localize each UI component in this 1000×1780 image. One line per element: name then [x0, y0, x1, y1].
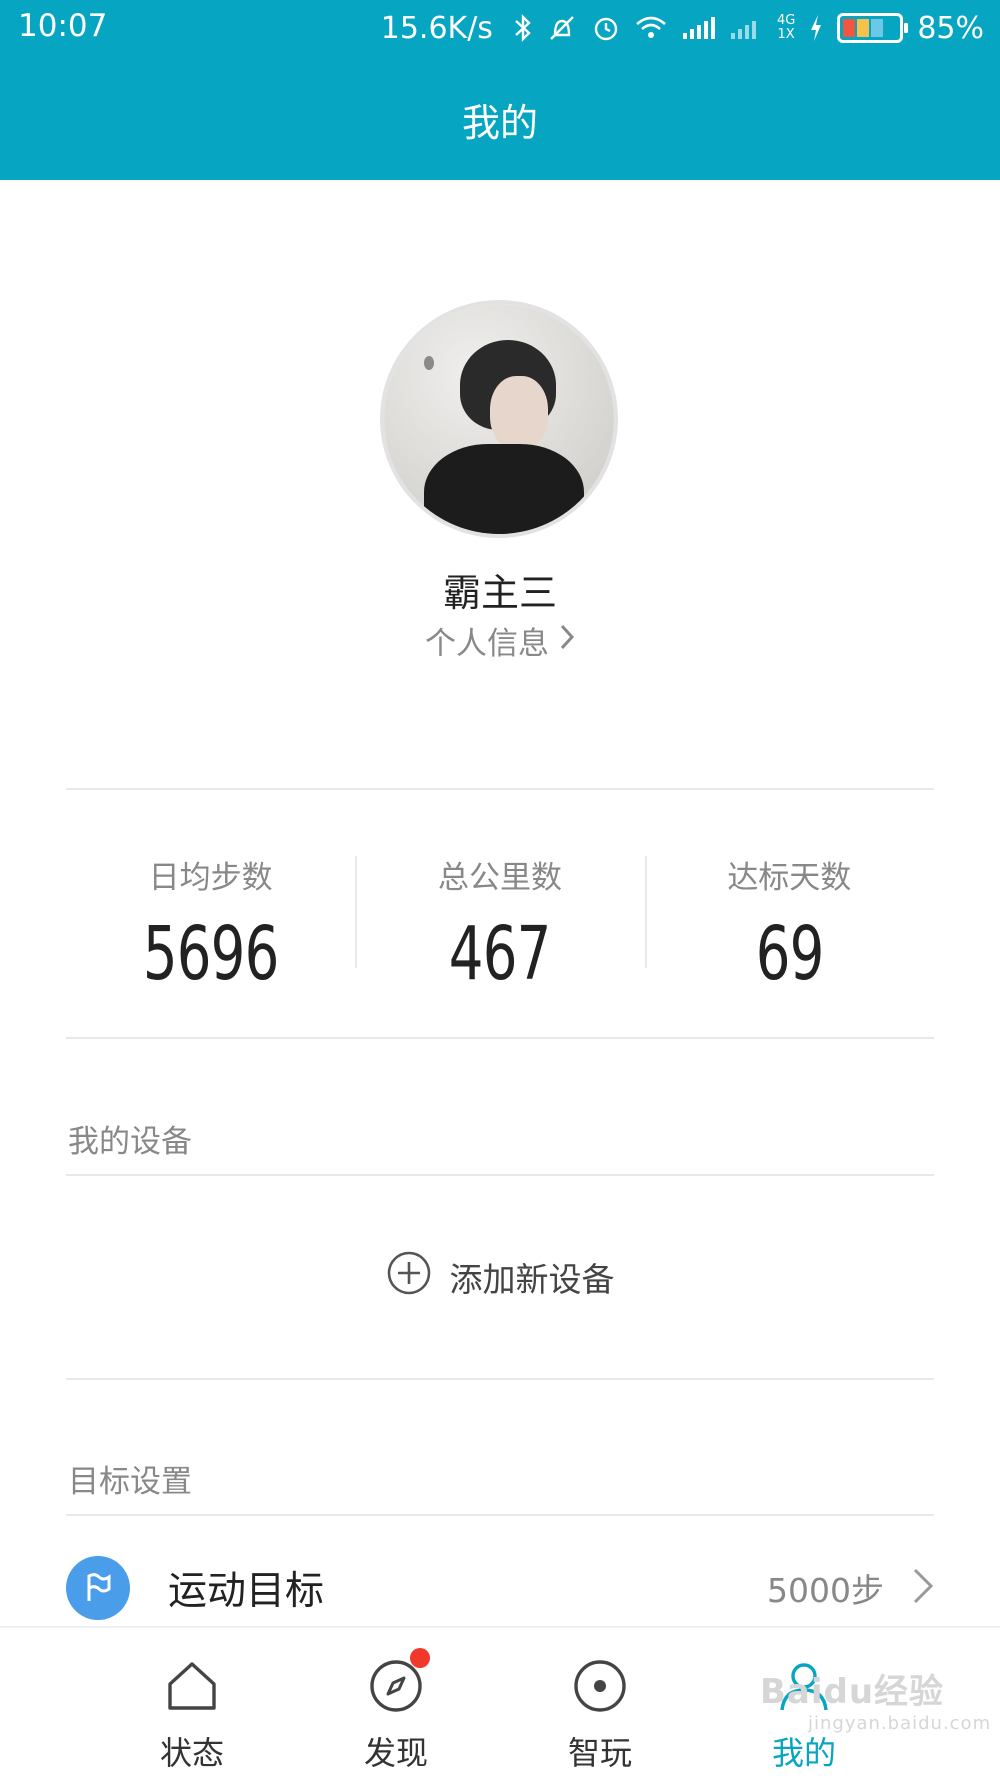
divider [66, 1514, 934, 1516]
divider [66, 1378, 934, 1380]
personal-info-label: 个人信息 [425, 626, 549, 662]
bluetooth-icon [513, 13, 533, 43]
tab-discover[interactable]: 发现 [294, 1628, 498, 1780]
add-device-button[interactable]: 添加新设备 [0, 1250, 1000, 1304]
goal-item-exercise[interactable]: 运动目标 5000步 [66, 1550, 934, 1626]
stats-panel: 日均步数 5696 总公里数 467 达标天数 69 [66, 848, 934, 997]
stat-avg-steps: 日均步数 5696 [142, 860, 279, 997]
add-device-label: 添加新设备 [449, 1260, 615, 1299]
goal-item-value: 5000步 [767, 1571, 884, 1610]
username: 霸主三 [442, 571, 557, 615]
battery-percent: 85% [917, 10, 984, 46]
app-header: 10:07 15.6K/s 4G 1X 85% 我的 [0, 0, 1000, 180]
status-bar: 10:07 15.6K/s 4G 1X 85% [0, 0, 1000, 56]
divider [66, 788, 934, 790]
flag-icon [66, 1556, 130, 1620]
avatar[interactable] [384, 304, 614, 534]
tab-smart-play[interactable]: 智玩 [498, 1628, 702, 1780]
divider [66, 1174, 934, 1176]
goal-item-label: 运动目标 [168, 1569, 325, 1614]
vibrate-off-icon [547, 13, 577, 43]
add-circle-icon [386, 1250, 450, 1304]
chevron-right-icon [912, 1567, 934, 1609]
section-title-devices: 我的设备 [68, 1124, 192, 1160]
stat-total-km: 总公里数 467 [355, 848, 644, 997]
notification-badge [410, 1648, 430, 1668]
chevron-right-icon [559, 623, 575, 659]
personal-info-link[interactable]: 个人信息 [0, 618, 1000, 663]
target-icon [572, 1658, 628, 1718]
section-title-goals: 目标设置 [68, 1464, 192, 1500]
status-time: 10:07 [18, 8, 108, 44]
signal-secondary-icon [729, 15, 763, 41]
watermark: Baidu经验 jingyan.baidu.com [760, 1672, 992, 1734]
page-title: 我的 [461, 101, 538, 145]
battery-icon [837, 13, 909, 43]
alarm-icon [591, 13, 621, 43]
net-speed: 15.6K/s [380, 10, 493, 46]
status-icons: 15.6K/s 4G 1X 85% [381, 8, 984, 48]
home-icon [164, 1658, 220, 1718]
signal-icon [681, 15, 715, 41]
wifi-icon [635, 14, 667, 42]
stat-goal-days: 达标天数 69 [644, 848, 934, 997]
network-type: 4G 1X [776, 13, 796, 42]
tab-status[interactable]: 状态 [90, 1628, 294, 1780]
charging-icon [809, 13, 823, 43]
divider [66, 1037, 934, 1039]
